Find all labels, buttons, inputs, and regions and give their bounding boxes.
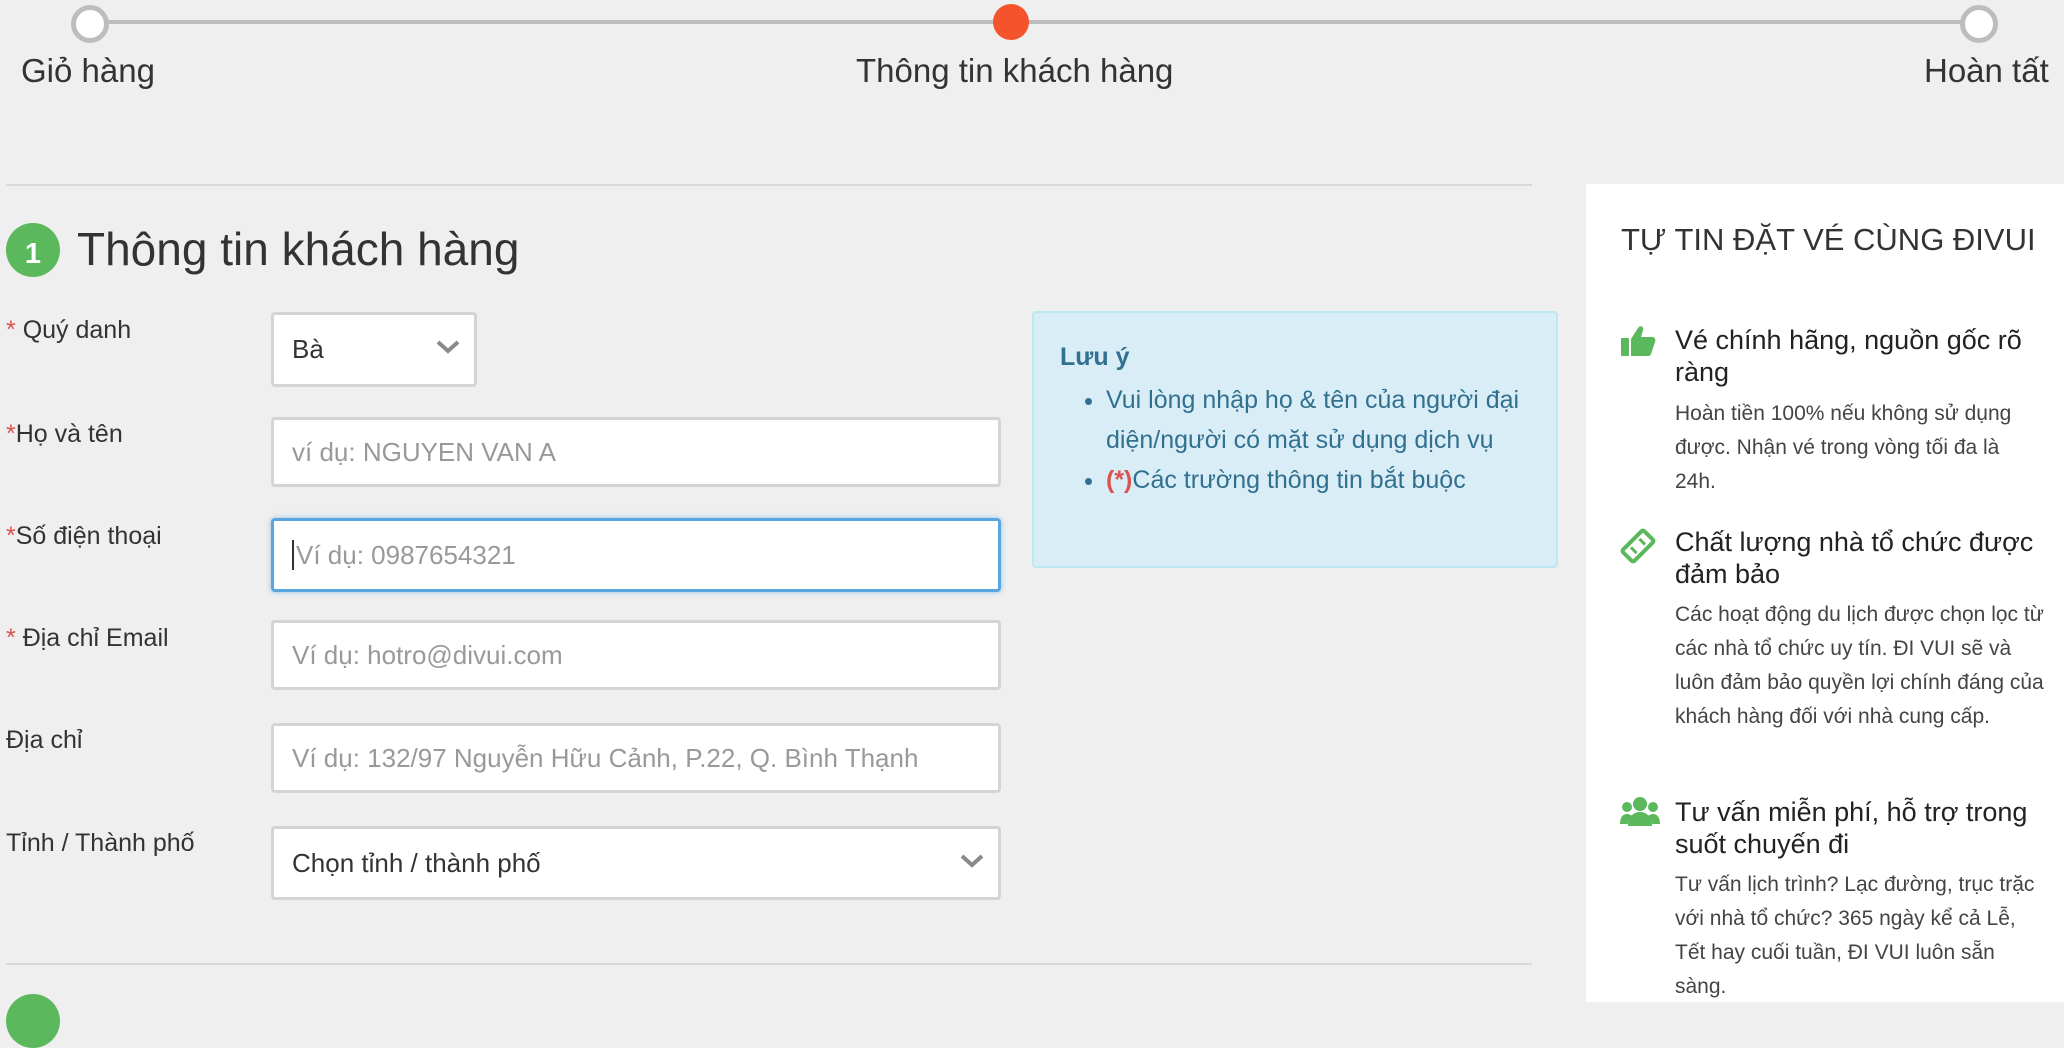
note-box: Lưu ý Vui lòng nhập họ & tên của người đ… xyxy=(1032,311,1558,568)
chevron-down-icon xyxy=(960,829,984,869)
fullname-input[interactable]: ví dụ: NGUYEN VAN A xyxy=(271,417,1001,487)
thumbs-up-icon xyxy=(1620,325,1656,362)
step-customer-info-dot xyxy=(993,4,1029,40)
step-complete-dot xyxy=(1960,5,1998,43)
section-title: Thông tin khách hàng xyxy=(77,223,520,275)
address-input[interactable]: Ví dụ: 132/97 Nguyễn Hữu Cảnh, P.22, Q. … xyxy=(271,723,1001,793)
city-select[interactable]: Chọn tỉnh / thành phố xyxy=(271,826,1001,900)
note-item: (*)Các trường thông tin bắt buộc xyxy=(1106,460,1530,500)
step-customer-info-label: Thông tin khách hàng xyxy=(856,52,1174,89)
city-label: Tỉnh / Thành phố xyxy=(6,829,195,857)
salutation-label: * Quý danh xyxy=(6,316,132,344)
feature-description: Hoàn tiền 100% nếu không sử dụng được. N… xyxy=(1675,402,2012,493)
note-title: Lưu ý xyxy=(1060,343,1130,371)
chevron-down-icon xyxy=(436,315,460,355)
trust-sidebar: TỰ TIN ĐẶT VÉ CÙNG ĐIVUI Vé chính hãng, … xyxy=(1586,184,2064,1002)
fullname-label: *Họ và tên xyxy=(6,420,123,448)
sidebar-title: TỰ TIN ĐẶT VÉ CÙNG ĐIVUI xyxy=(1621,222,2036,257)
email-label: * Địa chỉ Email xyxy=(6,624,169,652)
group-icon xyxy=(1620,796,1660,831)
email-input[interactable]: Ví dụ: hotro@divui.com xyxy=(271,620,1001,690)
progress-bar xyxy=(88,20,1978,24)
ticket-icon xyxy=(1620,528,1656,569)
salutation-select[interactable]: Bà xyxy=(271,312,477,387)
feature-title: Chất lượng nhà tổ chức được đảm bảo xyxy=(1675,527,2034,589)
feature-description: Tư vấn lịch trình? Lạc đường, trục trặc … xyxy=(1675,873,2035,998)
feature-description: Các hoạt động du lịch được chọn lọc từ c… xyxy=(1675,603,2044,728)
step-cart-dot[interactable] xyxy=(71,5,109,43)
phone-input[interactable]: Ví dụ: 0987654321 xyxy=(271,518,1001,592)
next-section-badge xyxy=(6,994,60,1048)
section-number-badge: 1 xyxy=(6,223,60,277)
feature-title: Tư vấn miễn phí, hỗ trợ trong suốt chuyế… xyxy=(1675,797,2028,859)
divider xyxy=(6,963,1532,965)
note-item: Vui lòng nhập họ & tên của người đại diệ… xyxy=(1106,380,1530,460)
address-label: Địa chỉ xyxy=(6,726,83,754)
text-cursor xyxy=(292,540,294,571)
feature-title: Vé chính hãng, nguồn gốc rõ ràng xyxy=(1675,325,2022,387)
phone-label: *Số điện thoại xyxy=(6,522,162,550)
step-cart-label[interactable]: Giỏ hàng xyxy=(21,52,155,90)
divider xyxy=(6,184,1532,186)
step-complete-label: Hoàn tất xyxy=(1924,52,2049,89)
